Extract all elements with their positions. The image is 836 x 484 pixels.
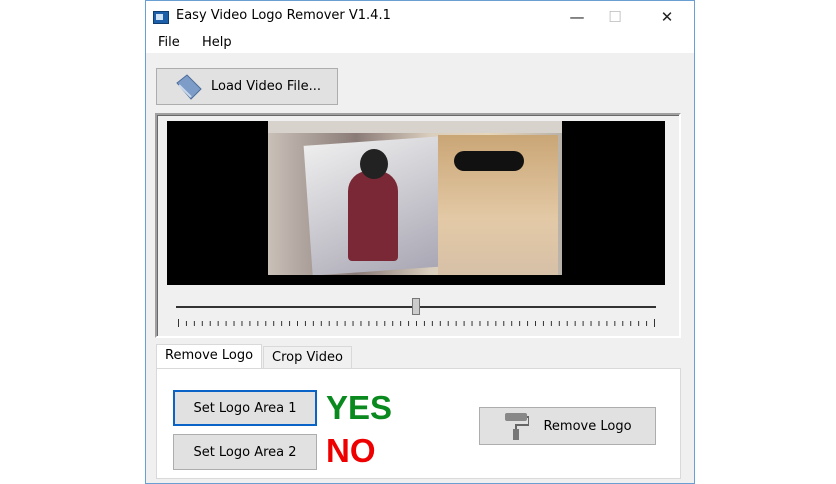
- menu-bar: File Help: [146, 33, 694, 53]
- slider-tick: [376, 321, 378, 326]
- slider-tick: [384, 321, 386, 326]
- slider-tick: [527, 321, 529, 326]
- slider-tick: [265, 321, 267, 326]
- slider-tick: [511, 321, 513, 326]
- slider-tick: [249, 321, 251, 326]
- slider-tick: [439, 321, 441, 326]
- tab-remove-logo[interactable]: Remove Logo: [156, 344, 263, 369]
- slider-tick: [217, 321, 219, 326]
- slider-tick: [289, 321, 291, 326]
- remove-logo-label: Remove Logo: [543, 418, 632, 434]
- slider-tick: [654, 319, 655, 327]
- slider-tick: [193, 321, 195, 326]
- slider-tick: [225, 321, 227, 326]
- slider-tick: [273, 321, 275, 326]
- slider-tick: [471, 321, 473, 326]
- slider-tick: [209, 321, 211, 326]
- slider-tick: [408, 321, 410, 326]
- slider-tick: [241, 321, 243, 326]
- slider-tick: [178, 319, 179, 327]
- minimize-button[interactable]: —: [562, 5, 592, 29]
- seek-slider-thumb[interactable]: [412, 298, 420, 315]
- video-preview: [167, 121, 665, 285]
- slider-tick: [281, 321, 283, 326]
- slider-tick: [519, 321, 521, 326]
- slider-tick: [336, 321, 338, 326]
- slider-tick: [558, 321, 560, 326]
- tab-crop-video[interactable]: Crop Video: [263, 346, 352, 369]
- maximize-button[interactable]: ☐: [600, 5, 630, 29]
- slider-tick: [360, 321, 362, 326]
- load-video-label: Load Video File...: [210, 79, 322, 94]
- app-window: Easy Video Logo Remover V1.4.1 — ☐ ✕ Fil…: [145, 0, 695, 484]
- slider-tick: [487, 321, 489, 326]
- slider-tick: [312, 321, 314, 326]
- slider-tick: [638, 321, 640, 326]
- set-logo-area-1-label: Set Logo Area 1: [193, 400, 297, 416]
- slider-tick: [614, 321, 616, 326]
- window-title: Easy Video Logo Remover V1.4.1: [176, 8, 391, 23]
- area-1-status: YES: [326, 389, 393, 426]
- menu-file[interactable]: File: [158, 35, 180, 50]
- video-frame: [268, 121, 562, 275]
- remove-logo-button[interactable]: Remove Logo: [479, 407, 656, 445]
- slider-tick: [566, 321, 568, 326]
- menu-help[interactable]: Help: [202, 35, 232, 50]
- slider-tick: [574, 321, 576, 326]
- slider-tick: [416, 321, 417, 326]
- slider-tick: [542, 321, 544, 326]
- set-logo-area-2-button[interactable]: Set Logo Area 2: [173, 434, 317, 470]
- slider-tick: [257, 321, 259, 326]
- slider-tick: [598, 321, 600, 326]
- set-logo-area-1-button[interactable]: Set Logo Area 1: [173, 390, 317, 426]
- slider-tick: [400, 321, 402, 326]
- app-icon: [153, 11, 169, 24]
- slider-tick: [582, 321, 584, 326]
- slider-tick: [447, 321, 449, 326]
- slider-tick: [352, 321, 354, 326]
- slider-tick: [590, 321, 592, 326]
- slider-tick: [297, 321, 298, 326]
- slider-tick: [233, 321, 235, 326]
- slider-tick: [423, 321, 425, 326]
- slider-tick: [185, 321, 187, 326]
- set-logo-area-2-label: Set Logo Area 2: [193, 444, 297, 460]
- slider-tick: [495, 321, 497, 326]
- slider-tick: [455, 321, 457, 326]
- slider-tick: [328, 321, 330, 326]
- slider-tick: [606, 321, 608, 326]
- slider-ticks: [178, 319, 655, 327]
- slider-tick: [431, 321, 433, 326]
- slider-tick: [503, 321, 505, 326]
- folder-icon: [176, 73, 202, 100]
- paint-roller-icon: [505, 413, 530, 440]
- slider-tick: [646, 321, 648, 326]
- close-button[interactable]: ✕: [652, 5, 682, 29]
- slider-tick: [463, 321, 465, 326]
- slider-tick: [550, 321, 552, 326]
- area-2-status: NO: [326, 432, 376, 469]
- title-bar: Easy Video Logo Remover V1.4.1 — ☐ ✕: [146, 1, 694, 33]
- slider-tick: [392, 321, 394, 326]
- slider-tick: [201, 321, 203, 326]
- slider-tick: [622, 321, 624, 326]
- slider-tick: [344, 321, 346, 326]
- slider-tick: [630, 321, 632, 326]
- load-video-button[interactable]: Load Video File...: [156, 68, 338, 105]
- slider-tick: [304, 321, 306, 326]
- slider-tick: [479, 321, 481, 326]
- slider-tick: [320, 321, 322, 326]
- slider-tick: [368, 321, 370, 326]
- slider-tick: [535, 321, 536, 326]
